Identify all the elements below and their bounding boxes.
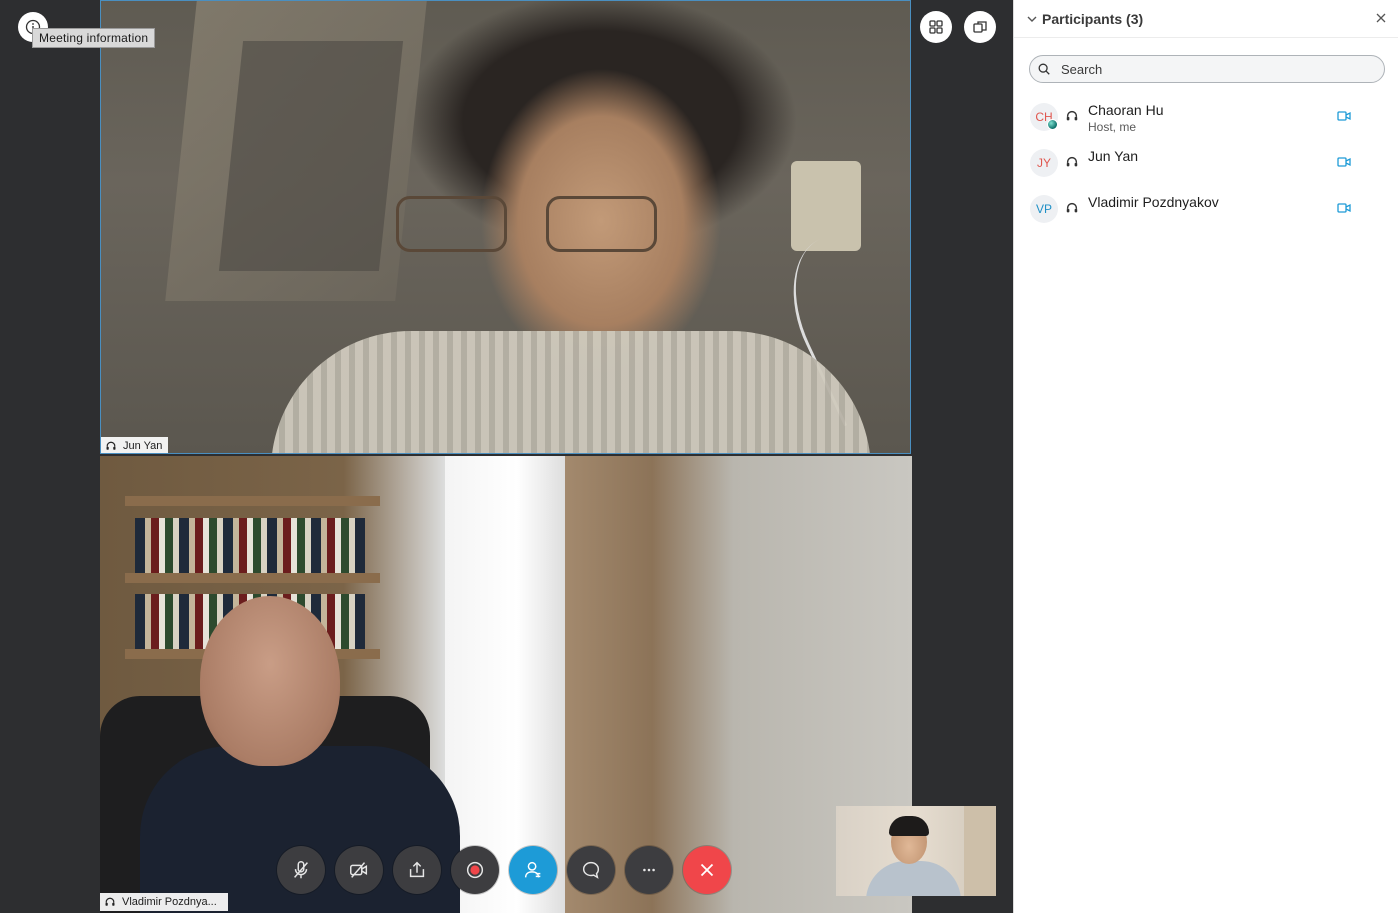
books-row xyxy=(135,518,365,573)
participant-face xyxy=(200,596,340,766)
video-name-label: Vladimir Pozdnya... xyxy=(122,896,217,908)
close-icon xyxy=(700,863,714,877)
meeting-controls xyxy=(277,846,731,894)
self-hair xyxy=(889,816,929,836)
video-stage: Jun Yan Vladimir Pozdnya... Meeting info… xyxy=(0,0,1012,913)
layout-grid-button[interactable] xyxy=(920,11,952,43)
participant-name: Vladimir Pozdnyakov xyxy=(1088,194,1219,210)
participant-name: Jun Yan xyxy=(1088,148,1139,164)
headset-icon xyxy=(1066,110,1078,121)
video-off-icon xyxy=(350,862,368,878)
participant-glasses xyxy=(396,196,666,254)
camera-icon[interactable] xyxy=(1337,156,1351,168)
camera-icon[interactable] xyxy=(1337,202,1351,214)
close-icon[interactable] xyxy=(1375,12,1387,24)
camera-icon[interactable] xyxy=(1337,110,1351,122)
record-button[interactable] xyxy=(451,846,499,894)
avatar: VP xyxy=(1030,195,1058,223)
panel-header: Participants (3) xyxy=(1014,0,1398,38)
mic-off-icon xyxy=(294,861,308,879)
more-button[interactable] xyxy=(625,846,673,894)
self-view-video[interactable] xyxy=(836,806,996,896)
search-input[interactable] xyxy=(1059,60,1363,78)
participant-row[interactable]: VP Vladimir Pozdnyakov xyxy=(1014,188,1398,234)
headset-icon xyxy=(1066,202,1078,213)
video-tile-jun-yan[interactable]: Jun Yan xyxy=(100,0,911,454)
search-field[interactable] xyxy=(1029,55,1385,83)
search-icon xyxy=(1038,63,1050,75)
video-name-label: Jun Yan xyxy=(123,440,163,452)
background-frame-inner xyxy=(218,41,404,271)
share-icon xyxy=(409,861,425,878)
participants-list: CH Chaoran Hu Host, me JY Jun Yan VP Vla… xyxy=(1014,96,1398,234)
leave-meeting-button[interactable] xyxy=(683,846,731,894)
participant-role: Host, me xyxy=(1088,120,1137,134)
participant-name: Chaoran Hu xyxy=(1088,102,1164,118)
meeting-info-tooltip: Meeting information xyxy=(32,28,156,48)
bookshelf-board xyxy=(125,573,380,583)
more-icon xyxy=(643,868,655,872)
share-button[interactable] xyxy=(393,846,441,894)
chat-icon xyxy=(583,861,600,879)
participant-row[interactable]: JY Jun Yan xyxy=(1014,142,1398,188)
self-body xyxy=(866,861,961,896)
headset-icon xyxy=(106,441,116,450)
grid-icon xyxy=(929,20,943,34)
video-button[interactable] xyxy=(335,846,383,894)
popout-icon xyxy=(973,21,987,33)
participants-icon xyxy=(524,861,541,878)
avatar: JY xyxy=(1030,149,1058,177)
panel-title: Participants (3) xyxy=(1042,10,1144,27)
background-door xyxy=(964,806,996,896)
headset-icon xyxy=(105,897,115,906)
participants-panel: Participants (3) CH Chaoran Hu Host, me … xyxy=(1013,0,1398,913)
presence-dot xyxy=(1047,119,1058,130)
avatar-initials: JY xyxy=(1036,156,1051,170)
participant-row[interactable]: CH Chaoran Hu Host, me xyxy=(1014,96,1398,142)
chevron-down-icon[interactable] xyxy=(1026,13,1038,25)
mute-button[interactable] xyxy=(277,846,325,894)
popout-window-button[interactable] xyxy=(964,11,996,43)
participant-shirt xyxy=(271,331,871,453)
headset-icon xyxy=(1066,156,1078,167)
avatar: CH xyxy=(1030,103,1058,131)
chat-button[interactable] xyxy=(567,846,615,894)
record-icon xyxy=(466,861,484,879)
bookshelf-board xyxy=(125,496,380,506)
video-tile-vladimir[interactable]: Vladimir Pozdnya... xyxy=(100,456,912,913)
video-name-tag: Jun Yan xyxy=(101,437,169,453)
video-name-tag: Vladimir Pozdnya... xyxy=(100,893,228,911)
window-curtain xyxy=(445,456,565,913)
participants-button[interactable] xyxy=(509,846,557,894)
avatar-initials: VP xyxy=(1035,202,1052,216)
